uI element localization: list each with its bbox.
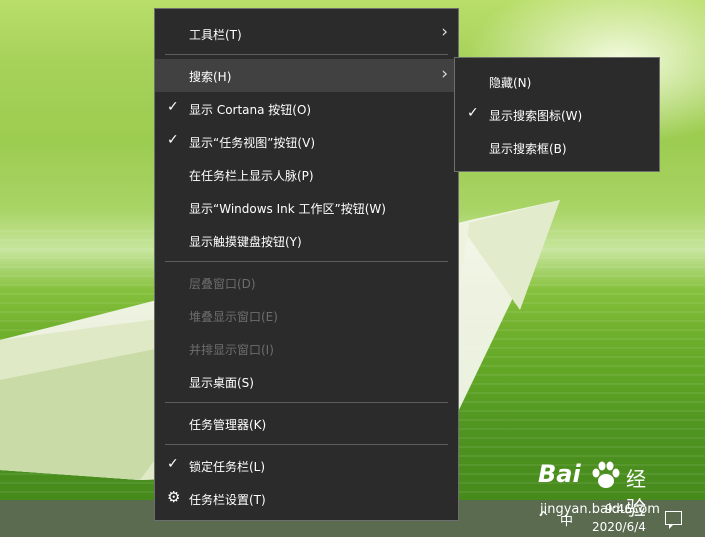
- submenu-item-show-search-box[interactable]: 显示搜索框(B): [455, 131, 659, 164]
- menu-separator: [165, 261, 448, 262]
- menu-item-label: 显示触摸键盘按钮(Y): [189, 235, 302, 249]
- checkmark-icon: ✓: [467, 105, 479, 121]
- taskbar-context-menu: 工具栏(T) › 搜索(H) › ✓ 显示 Cortana 按钮(O) ✓ 显示…: [154, 8, 459, 521]
- watermark-url: jingyan.baidu.com: [540, 502, 660, 517]
- menu-item-toolbars[interactable]: 工具栏(T) ›: [155, 17, 458, 50]
- menu-item-label: 显示桌面(S): [189, 376, 254, 390]
- menu-item-task-manager[interactable]: 任务管理器(K): [155, 407, 458, 440]
- clock-date[interactable]: 2020/6/4: [592, 520, 646, 534]
- menu-item-label: 堆叠显示窗口(E): [189, 310, 278, 324]
- checkmark-icon: ✓: [167, 456, 179, 472]
- menu-item-show-touch-keyboard[interactable]: 显示触摸键盘按钮(Y): [155, 224, 458, 257]
- menu-item-label: 显示“Windows Ink 工作区”按钮(W): [189, 202, 386, 216]
- submenu-item-show-search-icon[interactable]: ✓ 显示搜索图标(W): [455, 98, 659, 131]
- watermark-brand-left: Bai: [538, 460, 581, 488]
- menu-item-label: 锁定任务栏(L): [189, 460, 266, 474]
- menu-item-show-cortana-button[interactable]: ✓ 显示 Cortana 按钮(O): [155, 92, 458, 125]
- submenu-item-label: 显示搜索图标(W): [489, 109, 583, 123]
- menu-item-label: 任务栏设置(T): [189, 493, 266, 507]
- menu-item-show-task-view-button[interactable]: ✓ 显示“任务视图”按钮(V): [155, 125, 458, 158]
- checkmark-icon: ✓: [167, 99, 179, 115]
- chevron-right-icon: ›: [441, 22, 448, 42]
- menu-item-lock-taskbar[interactable]: ✓ 锁定任务栏(L): [155, 449, 458, 482]
- menu-item-label: 工具栏(T): [189, 28, 242, 42]
- search-submenu: 隐藏(N) ✓ 显示搜索图标(W) 显示搜索框(B): [454, 57, 660, 172]
- menu-item-search[interactable]: 搜索(H) ›: [155, 59, 458, 92]
- menu-item-label: 显示“任务视图”按钮(V): [189, 136, 316, 150]
- menu-item-label: 显示 Cortana 按钮(O): [189, 103, 312, 117]
- menu-item-label: 在任务栏上显示人脉(P): [189, 169, 314, 183]
- menu-separator: [165, 402, 448, 403]
- menu-item-stack-windows: 堆叠显示窗口(E): [155, 299, 458, 332]
- menu-item-label: 层叠窗口(D): [189, 277, 256, 291]
- menu-item-label: 任务管理器(K): [189, 418, 267, 432]
- checkmark-icon: ✓: [167, 132, 179, 148]
- gear-icon: ⚙: [167, 488, 181, 506]
- menu-item-show-people[interactable]: 在任务栏上显示人脉(P): [155, 158, 458, 191]
- menu-item-cascade-windows: 层叠窗口(D): [155, 266, 458, 299]
- baidu-paw-logo-icon: [592, 461, 620, 488]
- menu-item-taskbar-settings[interactable]: ⚙ 任务栏设置(T): [155, 482, 458, 515]
- menu-separator: [165, 54, 448, 55]
- menu-item-label: 并排显示窗口(I): [189, 343, 274, 357]
- menu-item-show-windows-ink[interactable]: 显示“Windows Ink 工作区”按钮(W): [155, 191, 458, 224]
- action-center-icon[interactable]: [665, 511, 682, 529]
- submenu-item-label: 隐藏(N): [489, 76, 532, 90]
- menu-item-show-desktop[interactable]: 显示桌面(S): [155, 365, 458, 398]
- chevron-right-icon: ›: [441, 64, 448, 84]
- menu-separator: [165, 444, 448, 445]
- submenu-item-hidden[interactable]: 隐藏(N): [455, 65, 659, 98]
- menu-item-side-by-side-windows: 并排显示窗口(I): [155, 332, 458, 365]
- submenu-item-label: 显示搜索框(B): [489, 142, 567, 156]
- menu-item-label: 搜索(H): [189, 70, 232, 84]
